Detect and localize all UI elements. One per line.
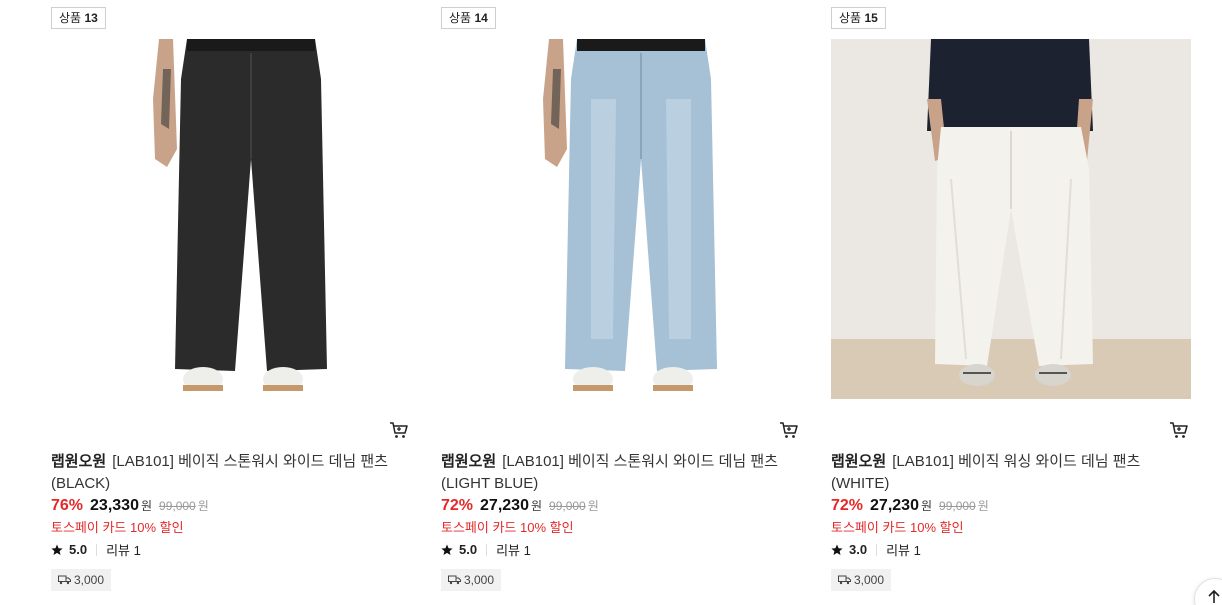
- shipping-fee-badge: 3,000: [441, 569, 502, 591]
- add-to-cart-button[interactable]: [779, 420, 799, 440]
- badge-prefix: 상품: [449, 11, 472, 25]
- discount-rate: 72%: [831, 497, 864, 514]
- brand-name: 랩원오원: [51, 453, 107, 470]
- currency-unit: 원: [977, 499, 989, 513]
- divider: [876, 543, 878, 556]
- brand-name: 랩원오원: [441, 453, 497, 470]
- shipping-fee-badge: 3,000: [51, 569, 112, 591]
- product-card[interactable]: 상품 14 랩원오원 [LAB101] 베이직 스톤워시 와이드 데님 팬츠 (…: [441, 0, 801, 605]
- product-image[interactable]: [51, 39, 411, 399]
- jeans-photo: [831, 39, 1191, 399]
- shipping-fee: 3,000: [464, 573, 495, 587]
- truck-icon: [448, 575, 461, 585]
- product-title[interactable]: 랩원오원 [LAB101] 베이직 스톤워시 와이드 데님 팬츠 (LIGHT B…: [441, 451, 801, 495]
- shipping-fee: 3,000: [854, 573, 885, 587]
- badge-prefix: 상품: [839, 11, 862, 25]
- card-promo: 토스페이 카드 10% 할인: [441, 520, 574, 535]
- currency-unit: 원: [920, 499, 933, 513]
- review-count: 리뷰 1: [106, 543, 141, 558]
- jeans-photo: [441, 39, 801, 399]
- brand-name: 랩원오원: [831, 453, 887, 470]
- divider: [96, 543, 98, 556]
- cart-icon: [1170, 422, 1188, 438]
- product-grid: 상품 13 랩원오원 [LAB101] 베이직 스톤워시 와이드 데님 팬츠 (…: [0, 0, 1222, 605]
- product-image[interactable]: [831, 39, 1191, 399]
- badge-prefix: 상품: [59, 11, 82, 25]
- badge-number: 14: [474, 11, 488, 25]
- product-card[interactable]: 상품 15 랩원오원 [LAB101] 베이직 워싱 와이드 데님 팬츠 (WH…: [831, 0, 1191, 605]
- truck-icon: [838, 575, 851, 585]
- rating-score: 3.0: [849, 542, 868, 557]
- rating-score: 5.0: [459, 542, 478, 557]
- scroll-to-top-button[interactable]: [1194, 578, 1222, 605]
- badge-number: 15: [864, 11, 878, 25]
- sale-price: 27,230: [480, 497, 529, 514]
- price-row: 76% 23,330 원 99,000 원: [51, 497, 209, 515]
- review-count: 리뷰 1: [886, 543, 921, 558]
- original-price: 99,000: [159, 499, 196, 513]
- product-card[interactable]: 상품 13 랩원오원 [LAB101] 베이직 스톤워시 와이드 데님 팬츠 (…: [51, 0, 411, 605]
- shipping-fee-badge: 3,000: [831, 569, 892, 591]
- jeans-photo: [51, 39, 411, 399]
- review-count: 리뷰 1: [496, 543, 531, 558]
- star-icon: [51, 544, 63, 555]
- cart-icon: [780, 422, 798, 438]
- currency-unit: 원: [197, 499, 209, 513]
- original-price: 99,000: [939, 499, 976, 513]
- cart-icon: [390, 422, 408, 438]
- product-image[interactable]: [441, 39, 801, 399]
- star-icon: [831, 544, 843, 555]
- add-to-cart-button[interactable]: [1169, 420, 1189, 440]
- rating-row: 3.0 리뷰 1: [831, 540, 921, 559]
- sale-price: 27,230: [870, 497, 919, 514]
- truck-icon: [58, 575, 71, 585]
- currency-unit: 원: [140, 499, 153, 513]
- arrow-up-icon: [1208, 589, 1220, 603]
- product-number-badge: 상품 15: [831, 7, 886, 29]
- rating-score: 5.0: [69, 542, 88, 557]
- price-row: 72% 27,230 원 99,000 원: [441, 497, 599, 515]
- badge-number: 13: [84, 11, 98, 25]
- original-price: 99,000: [549, 499, 586, 513]
- product-title[interactable]: 랩원오원 [LAB101] 베이직 워싱 와이드 데님 팬츠 (WHITE): [831, 451, 1191, 495]
- shipping-fee: 3,000: [74, 573, 105, 587]
- discount-rate: 76%: [51, 497, 84, 514]
- card-promo: 토스페이 카드 10% 할인: [51, 520, 184, 535]
- rating-row: 5.0 리뷰 1: [441, 540, 531, 559]
- card-promo: 토스페이 카드 10% 할인: [831, 520, 964, 535]
- sale-price: 23,330: [90, 497, 139, 514]
- discount-rate: 72%: [441, 497, 474, 514]
- star-icon: [441, 544, 453, 555]
- rating-row: 5.0 리뷰 1: [51, 540, 141, 559]
- divider: [486, 543, 488, 556]
- currency-unit: 원: [587, 499, 599, 513]
- product-number-badge: 상품 13: [51, 7, 106, 29]
- add-to-cart-button[interactable]: [389, 420, 409, 440]
- price-row: 72% 27,230 원 99,000 원: [831, 497, 989, 515]
- product-number-badge: 상품 14: [441, 7, 496, 29]
- currency-unit: 원: [530, 499, 543, 513]
- product-title[interactable]: 랩원오원 [LAB101] 베이직 스톤워시 와이드 데님 팬츠 (BLACK): [51, 451, 411, 495]
